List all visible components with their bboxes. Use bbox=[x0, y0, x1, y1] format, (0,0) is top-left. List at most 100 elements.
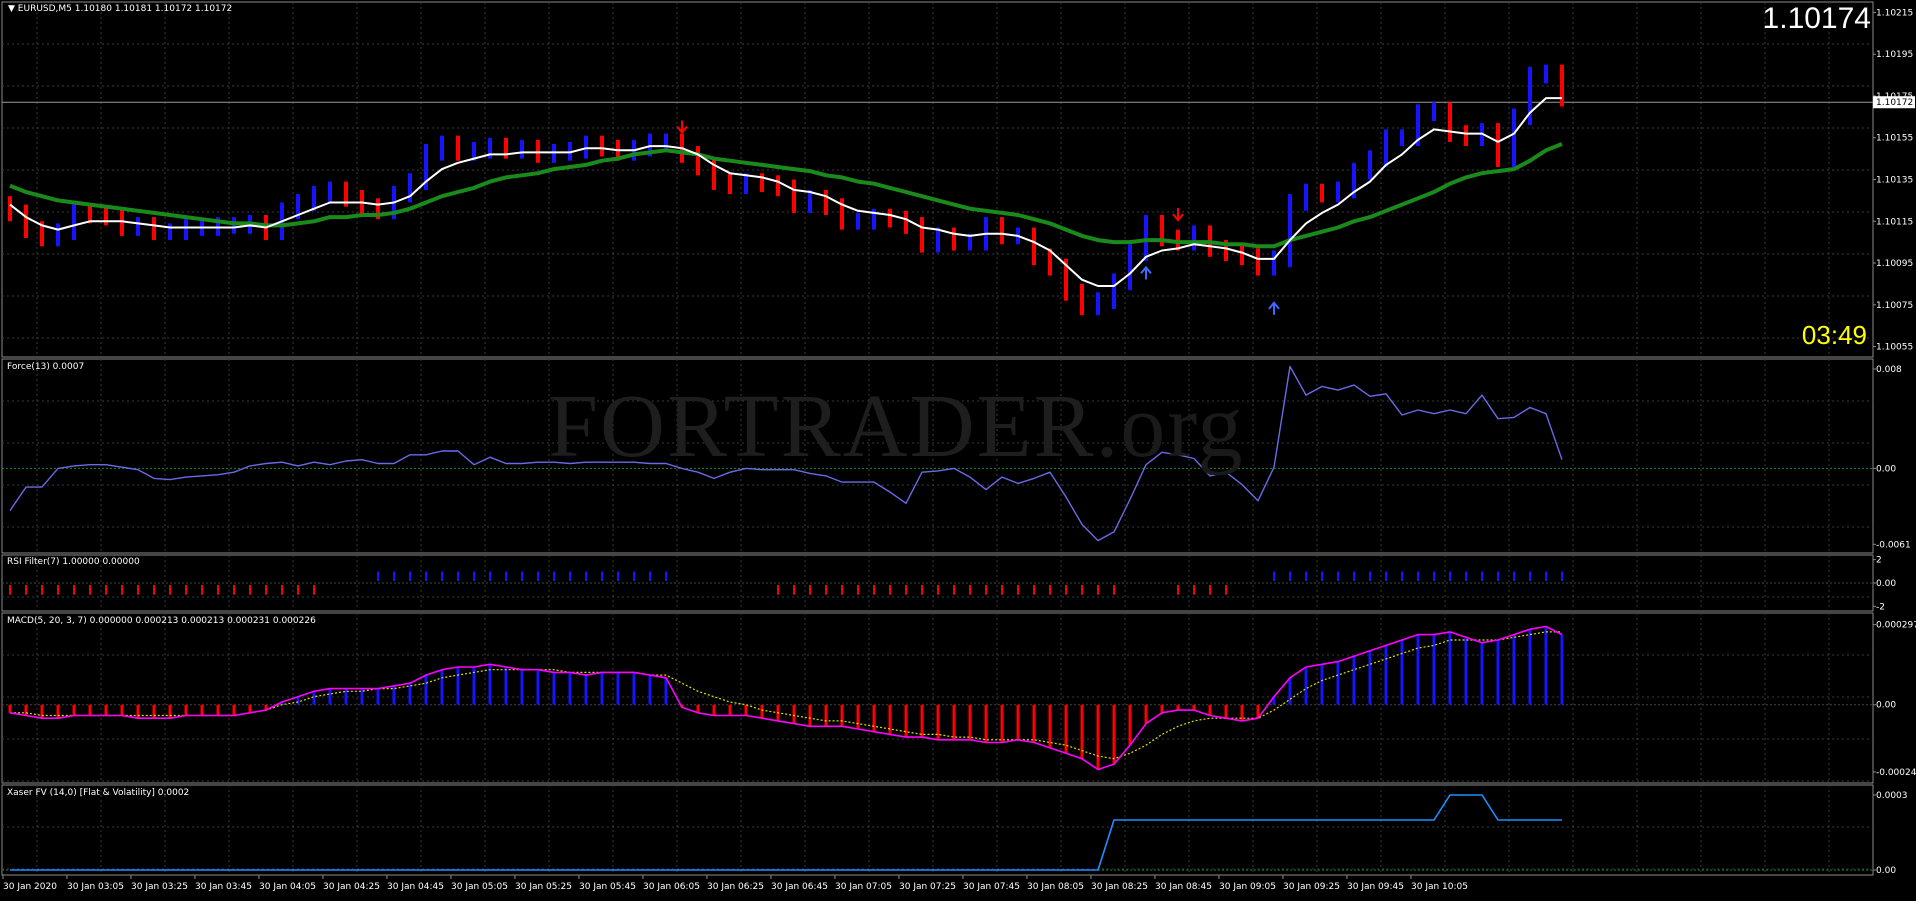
price-bar bbox=[1512, 108, 1516, 167]
price-bar bbox=[520, 139, 524, 159]
price-bar bbox=[952, 227, 956, 251]
price-bar bbox=[888, 208, 892, 228]
price-bar bbox=[312, 185, 316, 211]
price-axis-label: 1.10075 bbox=[1876, 301, 1913, 311]
time-axis-label: 30 Jan 10:05 bbox=[1411, 882, 1468, 892]
time-axis-label: 30 Jan 07:05 bbox=[835, 882, 892, 892]
mt4-chart-window[interactable]: 1.102151.101951.101751.101551.101351.101… bbox=[0, 0, 1916, 897]
price-bar bbox=[232, 217, 236, 234]
price-bar bbox=[696, 146, 700, 176]
fortrader-watermark: FORTRADER.org bbox=[548, 375, 1245, 478]
time-axis-label: 30 Jan 04:25 bbox=[323, 882, 380, 892]
price-bar bbox=[1000, 217, 1004, 245]
watermark-main: FORTRADER bbox=[548, 377, 1096, 476]
price-bar bbox=[1448, 102, 1452, 142]
price-axis-label: 1.10215 bbox=[1876, 8, 1913, 18]
rsi-axis-label: -2 bbox=[1876, 602, 1885, 612]
time-axis-label: 30 Jan 06:45 bbox=[771, 882, 828, 892]
current-price-display: 1.10174 bbox=[1762, 2, 1871, 35]
pane-frame-xaser bbox=[1, 784, 1874, 876]
price-bar bbox=[600, 135, 604, 157]
time-axis-label: 30 Jan 04:05 bbox=[259, 882, 316, 892]
price-axis-label: 1.10055 bbox=[1876, 343, 1913, 353]
price-bar bbox=[1080, 283, 1084, 316]
xaser-line bbox=[10, 794, 1562, 871]
price-bar bbox=[584, 135, 588, 159]
price-bar bbox=[1128, 244, 1132, 291]
price-bar bbox=[72, 204, 76, 241]
symbol-header: ▼ EURUSD,M5 1.10180 1.10181 1.10172 1.10… bbox=[8, 4, 232, 14]
time-axis-label: 30 Jan 06:05 bbox=[643, 882, 700, 892]
macd-axis-label: -0.000249 bbox=[1876, 768, 1916, 778]
force-axis-label: 0.008 bbox=[1876, 365, 1902, 375]
sell-arrow-icon bbox=[1172, 208, 1184, 222]
price-axis-label: 1.10115 bbox=[1876, 217, 1913, 227]
price-bar bbox=[1304, 183, 1308, 211]
price-bar bbox=[1320, 183, 1324, 203]
price-bar bbox=[760, 173, 764, 193]
sell-arrow-icon bbox=[676, 120, 688, 135]
price-bar bbox=[24, 204, 28, 238]
macd-signal-line bbox=[10, 631, 1562, 760]
price-axis-label: 1.10195 bbox=[1876, 50, 1913, 60]
macd-axis-label: 0.00 bbox=[1876, 701, 1896, 711]
price-bar bbox=[504, 137, 508, 159]
price-axis-label: 1.10135 bbox=[1876, 176, 1913, 186]
pane-frame-main bbox=[1, 1, 1874, 358]
symbol-header-text: EURUSD,M5 1.10180 1.10181 1.10172 1.1017… bbox=[17, 4, 233, 14]
price-bar bbox=[1464, 125, 1468, 147]
time-axis-label: 30 Jan 07:45 bbox=[963, 882, 1020, 892]
price-bar bbox=[1032, 227, 1036, 266]
rsi-axis-label: 0.00 bbox=[1876, 579, 1896, 589]
buy-arrow-icon bbox=[1268, 301, 1280, 315]
price-bar bbox=[1272, 250, 1276, 276]
header-dropdown-icon[interactable]: ▼ bbox=[8, 4, 15, 14]
time-axis-label: 30 Jan 09:05 bbox=[1219, 882, 1276, 892]
price-bar bbox=[1528, 66, 1532, 126]
price-bar bbox=[792, 179, 796, 213]
macd-main-line bbox=[9, 625, 1563, 771]
price-bar bbox=[1144, 215, 1148, 261]
price-bar bbox=[536, 139, 540, 163]
time-axis-label: 30 Jan 03:45 bbox=[195, 882, 252, 892]
force-axis-label: 0.00 bbox=[1876, 464, 1896, 474]
time-axis-label: 30 Jan 08:25 bbox=[1091, 882, 1148, 892]
price-bar bbox=[904, 210, 908, 234]
price-bar bbox=[824, 189, 828, 215]
price-bar bbox=[776, 175, 780, 197]
price-bar bbox=[856, 212, 860, 230]
price-axis-label: 1.10095 bbox=[1876, 259, 1913, 269]
price-bar bbox=[728, 173, 732, 195]
price-bar bbox=[920, 217, 924, 253]
force-axis-label: -0.0061 bbox=[1876, 540, 1911, 550]
time-axis-label: 30 Jan 05:25 bbox=[515, 882, 572, 892]
rsi-pane-title: RSI Filter(7) 1.00000 0.00000 bbox=[7, 557, 140, 567]
price-bar bbox=[1368, 150, 1372, 180]
price-bar bbox=[1400, 129, 1404, 147]
price-bar bbox=[408, 173, 412, 203]
price-bar bbox=[56, 223, 60, 247]
price-bar bbox=[1432, 102, 1436, 122]
time-axis-label: 30 Jan 03:05 bbox=[67, 882, 124, 892]
time-axis-label: 30 Jan 04:45 bbox=[387, 882, 444, 892]
price-bar bbox=[1544, 64, 1548, 84]
price-bar bbox=[1560, 64, 1564, 107]
price-bar bbox=[440, 135, 444, 161]
price-bar bbox=[456, 135, 460, 161]
time-axis-label: 30 Jan 06:25 bbox=[707, 882, 764, 892]
fast-ma-line bbox=[9, 97, 1562, 287]
price-bar bbox=[184, 219, 188, 241]
price-bar bbox=[1496, 123, 1500, 167]
price-bar bbox=[168, 223, 172, 241]
time-axis-label: 30 Jan 07:25 bbox=[899, 882, 956, 892]
price-bar bbox=[104, 206, 108, 226]
time-axis-label: 30 Jan 2020 bbox=[3, 882, 57, 892]
pane-frame-macd bbox=[1, 612, 1874, 784]
force-pane-title: Force(13) 0.0007 bbox=[7, 362, 85, 372]
price-bar bbox=[1336, 181, 1340, 203]
price-axis-label: 1.10155 bbox=[1876, 134, 1913, 144]
price-bar bbox=[1240, 244, 1244, 266]
price-bar bbox=[152, 217, 156, 241]
macd-pane-title: MACD(5, 20, 3, 7) 0.000000 0.000213 0.00… bbox=[7, 616, 316, 626]
price-bar bbox=[664, 133, 668, 151]
